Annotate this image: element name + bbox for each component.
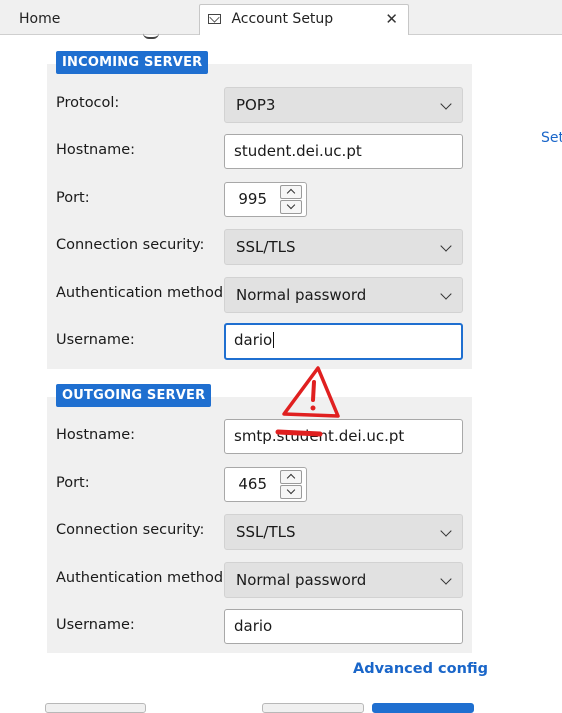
outgoing-username-input[interactable]: dario	[224, 609, 463, 644]
incoming-security-label: Connection security:	[56, 237, 205, 253]
incoming-username-label: Username:	[56, 332, 135, 348]
outgoing-auth-select[interactable]: Normal password	[224, 562, 463, 598]
incoming-auth-select[interactable]: Normal password	[224, 277, 463, 313]
cancel-button[interactable]	[262, 703, 364, 713]
warning-triangle-icon	[275, 366, 340, 437]
advanced-config-link[interactable]: Advanced config	[353, 661, 488, 677]
increment-icon[interactable]	[280, 470, 302, 484]
text-caret	[273, 332, 275, 348]
incoming-auth-label: Authentication method:	[56, 285, 228, 301]
outgoing-port-label: Port:	[56, 475, 90, 491]
incoming-security-select[interactable]: SSL/TLS	[224, 229, 463, 265]
increment-icon[interactable]	[280, 185, 302, 199]
decrement-icon[interactable]	[280, 200, 302, 214]
outgoing-auth-value: Normal password	[236, 571, 367, 589]
outgoing-port-stepper[interactable]: 465	[224, 467, 307, 502]
outgoing-port-value: 465	[238, 475, 267, 493]
protocol-select[interactable]: POP3	[224, 87, 463, 123]
tab-home[interactable]: Home	[0, 5, 198, 33]
incoming-username-input[interactable]: dario	[224, 323, 463, 360]
chevron-down-icon	[440, 525, 452, 537]
protocol-value: POP3	[236, 96, 276, 114]
incoming-hostname-input[interactable]: student.dei.uc.pt	[224, 134, 463, 169]
setup-link-partial[interactable]: Set	[541, 130, 562, 146]
tab-bar: Home Account Setup ✕	[0, 0, 562, 35]
tab-home-label: Home	[19, 11, 61, 27]
outgoing-security-select[interactable]: SSL/TLS	[224, 514, 463, 550]
incoming-auth-value: Normal password	[236, 286, 367, 304]
done-button[interactable]	[372, 703, 474, 713]
incoming-port-value: 995	[238, 190, 267, 208]
incoming-security-value: SSL/TLS	[236, 238, 296, 256]
incoming-port-label: Port:	[56, 190, 90, 206]
chevron-down-icon	[440, 240, 452, 252]
outgoing-security-value: SSL/TLS	[236, 523, 296, 541]
decrement-icon[interactable]	[280, 485, 302, 499]
chevron-down-icon	[440, 98, 452, 110]
chevron-down-icon	[440, 288, 452, 300]
tab-account-setup-label: Account Setup	[231, 11, 334, 27]
manual-config-button[interactable]	[45, 703, 146, 713]
outgoing-security-label: Connection security:	[56, 522, 205, 538]
mail-settings-icon	[208, 14, 221, 24]
close-icon[interactable]: ✕	[385, 5, 398, 33]
outgoing-hostname-label: Hostname:	[56, 427, 136, 443]
outgoing-auth-label: Authentication method:	[56, 570, 228, 586]
incoming-username-value: dario	[234, 331, 273, 349]
protocol-label: Protocol:	[56, 95, 120, 111]
incoming-port-stepper[interactable]: 995	[224, 182, 307, 217]
page-title-fragment	[143, 33, 159, 39]
incoming-server-heading: INCOMING SERVER	[56, 51, 209, 74]
outgoing-username-label: Username:	[56, 617, 135, 633]
tab-account-setup[interactable]: Account Setup ✕	[199, 4, 409, 35]
outgoing-server-heading: OUTGOING SERVER	[56, 384, 212, 407]
chevron-down-icon	[440, 573, 452, 585]
incoming-hostname-label: Hostname:	[56, 142, 136, 158]
